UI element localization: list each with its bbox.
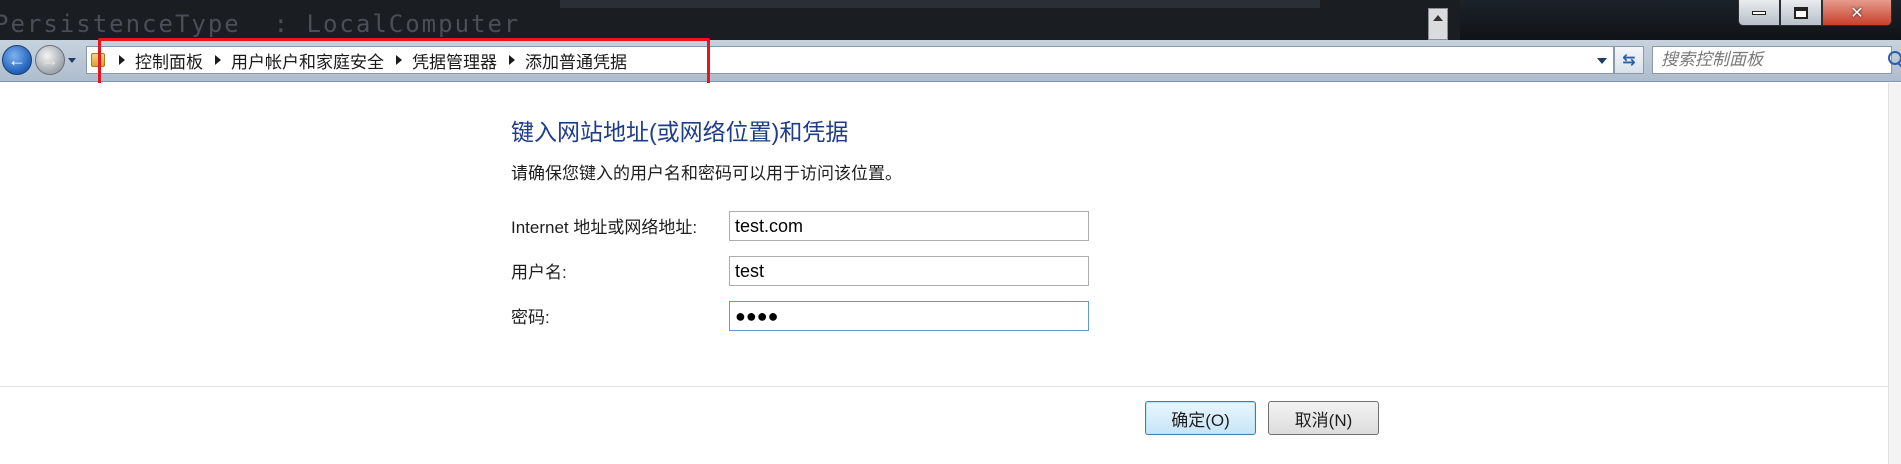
forward-arrow-icon: →: [41, 49, 59, 70]
forward-button[interactable]: →: [35, 45, 65, 75]
scroll-up-icon: [1433, 15, 1443, 21]
maximize-icon: [1794, 6, 1808, 19]
internet-address-label: Internet 地址或网络地址:: [511, 218, 698, 237]
cancel-button[interactable]: 取消(N): [1268, 401, 1379, 435]
password-field[interactable]: [729, 301, 1089, 331]
close-button[interactable]: ✕: [1822, 0, 1892, 26]
breadcrumb-item-credential-manager[interactable]: 凭据管理器: [412, 48, 497, 73]
breadcrumb-separator-icon[interactable]: [509, 55, 515, 65]
refresh-icon: ⇆: [1622, 52, 1636, 69]
recent-pages-dropdown-icon[interactable]: [68, 58, 76, 63]
search-box[interactable]: [1652, 46, 1901, 74]
instruction-text: 请确保您键入的用户名和密码可以用于访问该位置。: [511, 164, 902, 183]
search-icon[interactable]: [1885, 49, 1901, 71]
ok-button[interactable]: 确定(O): [1145, 401, 1256, 435]
username-label: 用户名:: [511, 263, 567, 282]
breadcrumb-separator-icon[interactable]: [119, 55, 125, 65]
address-history-dropdown-icon[interactable]: [1597, 58, 1607, 64]
username-field[interactable]: [729, 256, 1089, 286]
maximize-button[interactable]: [1780, 0, 1822, 26]
control-panel-folder-icon: [91, 53, 105, 67]
address-bar[interactable]: 控制面板 用户帐户和家庭安全 凭据管理器 添加普通凭据: [86, 46, 1614, 74]
navigation-bar: ← → 控制面板 用户帐户和家庭安全 凭据管理器 添加普通凭据 ⇆: [0, 40, 1901, 82]
button-divider: [0, 386, 1901, 387]
breadcrumb-item-user-accounts[interactable]: 用户帐户和家庭安全: [231, 48, 384, 73]
minimize-button[interactable]: [1738, 0, 1780, 26]
page-title: 键入网站地址(或网络位置)和凭据: [511, 119, 849, 145]
main-content: 键入网站地址(或网络位置)和凭据 请确保您键入的用户名和密码可以用于访问该位置。…: [0, 83, 1901, 464]
breadcrumb-item-control-panel[interactable]: 控制面板: [135, 48, 203, 73]
back-arrow-icon: ←: [8, 49, 26, 70]
breadcrumb: 控制面板 用户帐户和家庭安全 凭据管理器 添加普通凭据: [115, 48, 627, 73]
minimize-icon: [1752, 10, 1766, 15]
breadcrumb-item-add-generic-credential[interactable]: 添加普通凭据: [525, 48, 627, 73]
back-button[interactable]: ←: [2, 45, 32, 75]
title-bar: PersistenceType : LocalComputer ✕: [0, 0, 1901, 40]
window-controls: ✕: [1738, 0, 1892, 26]
breadcrumb-separator-icon[interactable]: [396, 55, 402, 65]
password-label: 密码:: [511, 308, 550, 327]
breadcrumb-separator-icon[interactable]: [215, 55, 221, 65]
background-console-divider: [560, 0, 1320, 8]
close-icon: ✕: [1850, 4, 1864, 22]
internet-address-field[interactable]: [729, 211, 1089, 241]
refresh-button[interactable]: ⇆: [1614, 46, 1644, 74]
window-right-edge: [1888, 83, 1901, 464]
background-console-scrollbar: [1428, 8, 1448, 40]
search-input[interactable]: [1653, 50, 1885, 70]
background-console-window: PersistenceType : LocalComputer: [0, 0, 1460, 40]
background-console-text: PersistenceType : LocalComputer: [0, 10, 521, 38]
